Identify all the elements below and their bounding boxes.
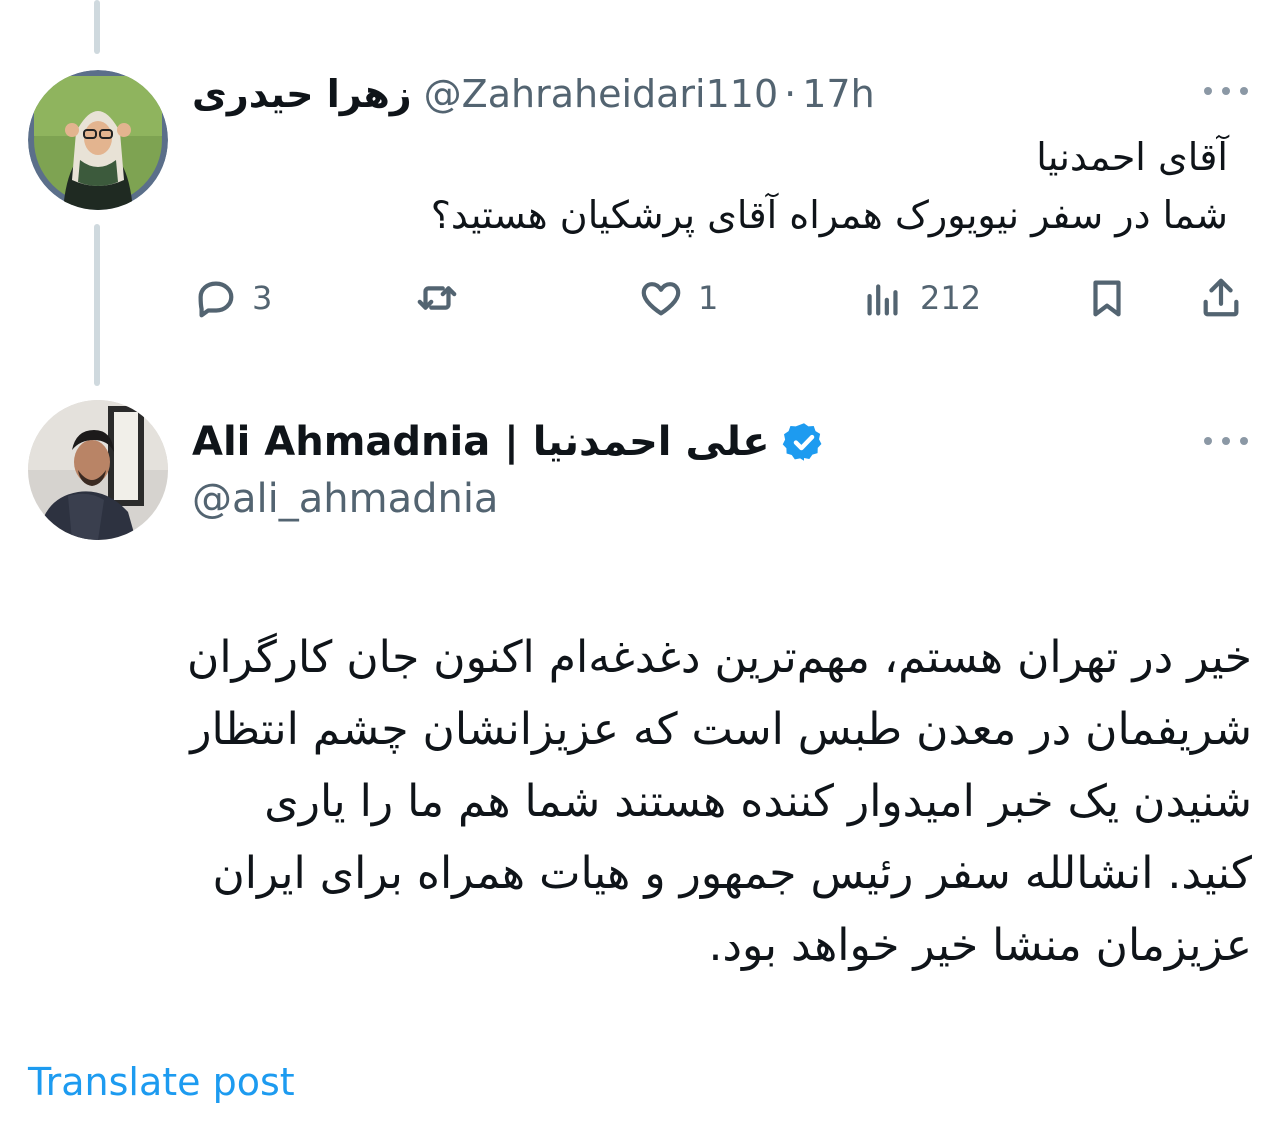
bookmark-icon: [1093, 280, 1121, 317]
translate-post-link[interactable]: Translate post: [28, 1060, 295, 1104]
reply-action-bar: 3 1 212: [192, 270, 1248, 326]
post-text: خیر در تهران هستم، مهم‌ترین دغدغه‌ام اکن…: [62, 622, 1252, 982]
post-author-handle[interactable]: @ali_ahmadnia: [192, 476, 498, 522]
analytics-icon: [867, 284, 898, 316]
reply-count: 3: [252, 279, 273, 317]
reply-header: زهرا حیدری @Zahraheidari110 · 17h: [192, 66, 875, 122]
reply-text: آقای احمدنیا شما در سفر نیویورک همراه آق…: [228, 128, 1228, 244]
views-count: 212: [920, 279, 982, 317]
thread-line-top: [94, 0, 100, 54]
comment-icon: [198, 281, 234, 318]
share-icon: [1203, 278, 1239, 317]
reply-text-line: آقای احمدنیا: [1036, 135, 1228, 179]
post-text-line: شنیدن یک خبر امیدوار کننده هستند شما هم …: [264, 776, 1252, 827]
post-text-line: خیر در تهران هستم، مهم‌ترین دغدغه‌ام اکن…: [187, 632, 1252, 683]
thread-line-bottom: [94, 224, 100, 386]
post-more-icon[interactable]: [1204, 433, 1248, 449]
reply-author-handle[interactable]: @Zahraheidari110: [424, 72, 778, 116]
post-header: Ali Ahmadnia | علی احمدنیا: [192, 412, 826, 472]
reply-text-line: شما در سفر نیویورک همراه آقای پرشکیان هس…: [430, 193, 1228, 237]
views-button[interactable]: 212: [860, 270, 981, 326]
reply-author-avatar[interactable]: [28, 70, 168, 210]
verified-badge-icon[interactable]: [782, 420, 826, 464]
post-author-avatar[interactable]: [28, 400, 168, 540]
repost-icon: [417, 286, 457, 310]
repost-button[interactable]: [414, 270, 474, 326]
reply-separator: ·: [784, 72, 797, 116]
post-text-line: کنید. انشالله سفر رئیس جمهور و هیات همرا…: [212, 848, 1252, 899]
post-text-line: عزیزمان منشا خیر خواهد بود.: [708, 920, 1252, 971]
post-author-name[interactable]: Ali Ahmadnia | علی احمدنیا: [192, 419, 770, 465]
share-button[interactable]: [1198, 270, 1244, 326]
reply-timestamp[interactable]: 17h: [802, 72, 874, 116]
like-button[interactable]: 1: [638, 270, 718, 326]
like-count: 1: [698, 279, 719, 317]
post-text-line: شریفمان در معدن طبس است که عزیزانشان چشم…: [190, 704, 1252, 755]
reply-button[interactable]: 3: [192, 270, 272, 326]
reply-more-icon[interactable]: [1204, 83, 1248, 99]
reply-author-name[interactable]: زهرا حیدری: [192, 72, 412, 116]
bookmark-button[interactable]: [1084, 270, 1130, 326]
heart-icon: [641, 282, 681, 316]
